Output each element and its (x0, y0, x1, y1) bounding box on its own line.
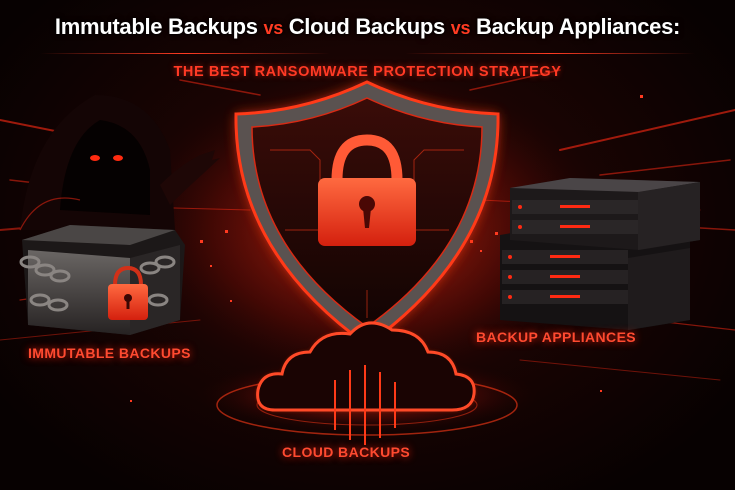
title-appliances: Backup Appliances: (476, 14, 681, 39)
subtitle: THE BEST RANSOMWARE PROTECTION STRATEGY (173, 64, 562, 80)
title-vs-2: vs (450, 18, 471, 38)
server-rack-icon (500, 178, 700, 330)
chained-drive-icon (19, 225, 185, 335)
title-divider-right (405, 53, 695, 54)
title-cloud: Cloud Backups (288, 14, 446, 39)
label-backup-appliances: BACKUP APPLIANCES (476, 329, 637, 345)
poster: Immutable Backups vs Cloud Backups vs Ba… (0, 0, 735, 490)
title-divider-left (40, 53, 330, 54)
title-vs-1: vs (263, 18, 283, 38)
label-cloud-backups: CLOUD BACKUPS (282, 444, 411, 460)
title-immutable: Immutable Backups (54, 14, 258, 39)
page-title: Immutable Backups vs Cloud Backups vs Ba… (0, 14, 735, 40)
label-immutable-backups: IMMUTABLE BACKUPS (28, 345, 191, 361)
